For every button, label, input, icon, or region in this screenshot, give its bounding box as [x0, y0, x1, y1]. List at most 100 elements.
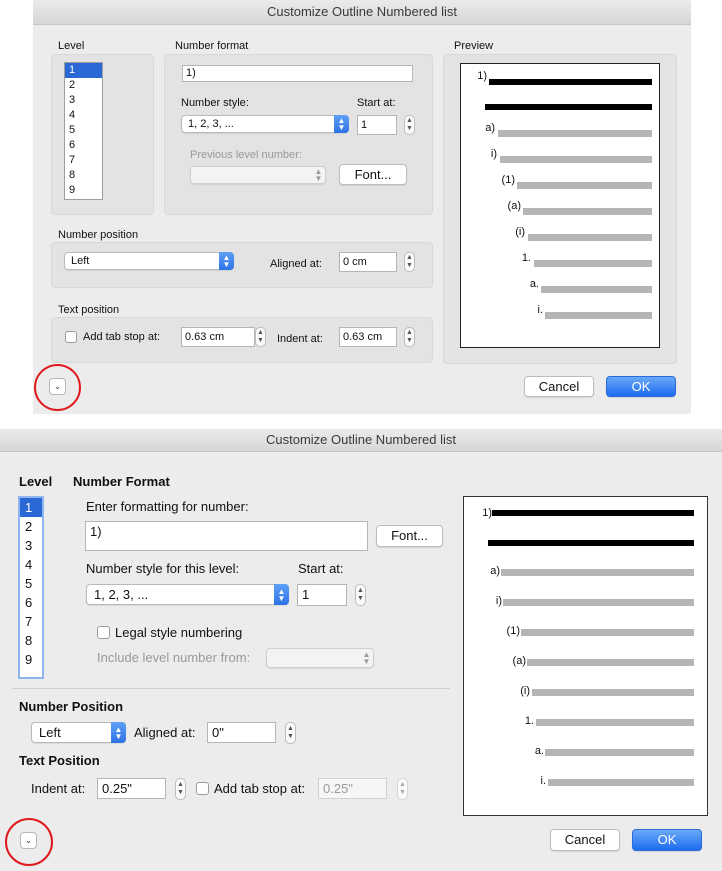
level-list-item[interactable]: 9: [20, 650, 42, 669]
number-position-label: Number Position: [19, 699, 124, 714]
preview-level-label: a.: [529, 278, 539, 290]
preview-level-label: 1.: [524, 715, 534, 727]
legal-style-checkbox[interactable]: [97, 626, 110, 639]
number-style-label: Number style:: [181, 97, 249, 109]
section-divider: [12, 688, 450, 689]
number-style-value: 1, 2, 3, ...: [188, 118, 234, 130]
level-list-item[interactable]: 7: [65, 153, 102, 168]
preview-line: [500, 156, 652, 163]
preview-level-label: i.: [540, 775, 547, 787]
number-format-field[interactable]: 1): [85, 521, 368, 551]
preview-line: [523, 208, 652, 215]
bottom-dialog-title: Customize Outline Numbered list: [0, 429, 722, 452]
add-tab-stop-checkbox[interactable]: [196, 782, 209, 795]
start-at-label: Start at:: [357, 97, 396, 109]
number-position-popup[interactable]: Left ▲ ▼: [31, 722, 126, 743]
level-list[interactable]: 1 2 3 4 5 6 7 8 9: [64, 62, 103, 200]
add-tab-stop-stepper[interactable]: ▲ ▼: [397, 778, 408, 800]
level-list-item[interactable]: 8: [20, 631, 42, 650]
preview-label: Preview: [454, 40, 494, 52]
text-position-label: Text Position: [19, 753, 100, 768]
add-tab-stop-label: Add tab stop at:: [83, 331, 161, 343]
level-list-item[interactable]: 1: [65, 63, 102, 78]
level-list-item[interactable]: 2: [20, 517, 42, 536]
level-list-item[interactable]: 6: [65, 138, 102, 153]
preview-line: [527, 659, 694, 666]
number-style-popup[interactable]: 1, 2, 3, ... ▲ ▼: [86, 584, 289, 605]
level-list-item[interactable]: 7: [20, 612, 42, 631]
preview-level-label: 1): [482, 507, 492, 519]
indent-at-label: Indent at:: [277, 333, 323, 345]
ok-button[interactable]: OK: [606, 376, 676, 397]
preview-level-label: (1): [501, 174, 515, 186]
level-list-item[interactable]: 2: [65, 78, 102, 93]
number-position-value: Left: [71, 255, 90, 267]
level-label: Level: [58, 40, 85, 52]
preview-level-label: 1.: [521, 252, 531, 264]
top-dialog: Customize Outline Numbered list Level 1 …: [33, 0, 691, 414]
aligned-at-label: Aligned at:: [270, 258, 322, 270]
highlight-circle: [34, 364, 81, 411]
indent-at-field[interactable]: 0.25": [97, 778, 166, 799]
number-position-popup[interactable]: Left ▲ ▼: [64, 252, 234, 270]
level-list-item[interactable]: 3: [65, 93, 102, 108]
start-at-stepper[interactable]: ▲ ▼: [355, 584, 366, 606]
level-list-item[interactable]: 5: [20, 574, 42, 593]
number-format-field[interactable]: 1): [182, 65, 413, 82]
preview-level-label: (i): [520, 685, 530, 697]
preview-line: [528, 234, 652, 241]
previous-level-popup[interactable]: ▲ ▼: [190, 166, 326, 184]
up-down-chevron-icon: ▲ ▼: [362, 650, 371, 666]
level-list-item[interactable]: 5: [65, 123, 102, 138]
level-list-item[interactable]: 4: [65, 108, 102, 123]
start-at-label: Start at:: [298, 561, 344, 576]
number-format-label: Number Format: [73, 474, 170, 489]
start-at-field[interactable]: 1: [297, 584, 347, 606]
aligned-at-stepper[interactable]: ▲ ▼: [404, 252, 415, 272]
level-list-item[interactable]: 6: [20, 593, 42, 612]
level-list-item[interactable]: 9: [65, 183, 102, 198]
number-style-popup[interactable]: 1, 2, 3, ... ▲ ▼: [181, 115, 349, 133]
font-button[interactable]: Font...: [339, 164, 407, 185]
indent-at-stepper[interactable]: ▲ ▼: [175, 778, 186, 800]
cancel-button[interactable]: Cancel: [550, 829, 620, 851]
previous-level-label: Previous level number:: [190, 149, 302, 161]
start-at-stepper[interactable]: ▲ ▼: [404, 115, 415, 135]
indent-at-label: Indent at:: [31, 781, 86, 796]
add-tab-stop-field[interactable]: 0.63 cm: [181, 327, 255, 347]
number-position-value: Left: [39, 725, 61, 740]
preview-level-label: i.: [537, 304, 544, 316]
font-button[interactable]: Font...: [376, 525, 443, 547]
preview-line: [503, 599, 694, 606]
level-list-item[interactable]: 3: [20, 536, 42, 555]
preview-level-label: a): [485, 122, 495, 134]
level-list-item[interactable]: 1: [20, 498, 42, 517]
ok-button[interactable]: OK: [632, 829, 702, 851]
aligned-at-stepper[interactable]: ▲ ▼: [285, 722, 296, 744]
indent-at-stepper[interactable]: ▲ ▼: [404, 327, 415, 347]
level-list-item[interactable]: 4: [20, 555, 42, 574]
include-level-popup[interactable]: ▲ ▼: [266, 648, 374, 668]
preview-line: [517, 182, 652, 189]
add-tab-stop-field[interactable]: 0.25": [318, 778, 387, 799]
preview-line: [534, 260, 652, 267]
cancel-button[interactable]: Cancel: [524, 376, 594, 397]
preview-level-label: a.: [534, 745, 544, 757]
number-format-label: Number format: [175, 40, 249, 52]
level-label: Level: [19, 474, 53, 489]
aligned-at-field[interactable]: 0": [207, 722, 276, 743]
level-list-item[interactable]: 8: [65, 168, 102, 183]
level-list[interactable]: 1 2 3 4 5 6 7 8 9: [18, 496, 44, 679]
add-tab-stop-stepper[interactable]: ▲ ▼: [255, 327, 266, 347]
preview-level-label: i): [495, 595, 502, 607]
indent-at-field[interactable]: 0.63 cm: [339, 327, 397, 347]
number-style-label: Number style for this level:: [86, 561, 240, 576]
add-tab-stop-checkbox[interactable]: [65, 331, 77, 343]
preview-line: [545, 312, 652, 319]
start-at-field[interactable]: 1: [357, 115, 397, 135]
preview-line: [548, 779, 694, 786]
aligned-at-field[interactable]: 0 cm: [339, 252, 397, 272]
add-tab-stop-label: Add tab stop at:: [214, 781, 306, 796]
preview-line: [521, 629, 694, 636]
preview-level-label: (a): [512, 655, 526, 667]
